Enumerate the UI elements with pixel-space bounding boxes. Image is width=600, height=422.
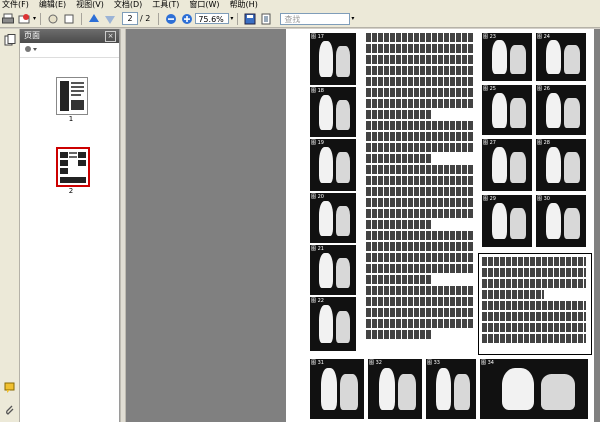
page-thumbnail-2-label: 2 xyxy=(68,187,74,195)
photo-right-7: 图 29 xyxy=(482,195,532,247)
pages-panel-header: 页面 × xyxy=(20,29,119,43)
page-thumbnail-2-image xyxy=(60,152,86,183)
photo-bottom-3: 图 33 xyxy=(426,359,476,419)
toolbar: ▾ 2 / 2 75.6% ▾ 查找 ▾ xyxy=(0,10,600,28)
photo-right-3: 图 25 xyxy=(482,85,532,135)
photo-right-8: 图 30 xyxy=(536,195,586,247)
photo-right-4: 图 26 xyxy=(536,85,586,135)
photo-left-2: 图 18 xyxy=(310,87,356,137)
zoom-dropdown-icon[interactable]: ▾ xyxy=(230,15,233,22)
fit-page-icon[interactable] xyxy=(260,13,272,25)
navigation-icon-strip xyxy=(0,29,20,422)
zoom-out-icon[interactable] xyxy=(165,13,177,25)
select-tool-icon[interactable] xyxy=(63,13,75,25)
menu-help[interactable]: 帮助(H) xyxy=(230,0,258,10)
zoom-in-icon[interactable] xyxy=(181,13,193,25)
comments-icon[interactable] xyxy=(4,382,16,394)
hand-tool-icon[interactable] xyxy=(47,13,59,25)
save-icon[interactable] xyxy=(244,13,256,25)
print-icon[interactable] xyxy=(2,13,14,25)
pages-icon[interactable] xyxy=(4,34,16,46)
search-dropdown-icon[interactable]: ▾ xyxy=(351,15,354,22)
close-panel-icon[interactable]: × xyxy=(105,31,116,42)
document-page: 图 17 图 18 图 19 图 20 图 21 图 22 图 23 图 24 … xyxy=(286,29,594,422)
email-dropdown-icon[interactable]: ▾ xyxy=(33,15,36,22)
photo-bottom-1: 图 31 xyxy=(310,359,364,419)
page-thumbnail-2[interactable] xyxy=(56,147,90,187)
photo-left-3: 图 19 xyxy=(310,139,356,191)
photo-right-5: 图 27 xyxy=(482,139,532,191)
photo-left-5: 图 21 xyxy=(310,245,356,295)
previous-page-icon[interactable] xyxy=(88,13,100,25)
photo-left-1: 图 17 xyxy=(310,33,356,85)
pages-panel: 页面 × 1 2 xyxy=(20,29,120,422)
text-column-1 xyxy=(366,33,474,353)
pages-panel-toolbar xyxy=(20,43,119,58)
photo-bottom-4: 图 34 xyxy=(480,359,588,419)
options-icon[interactable] xyxy=(24,44,38,57)
photo-right-2: 图 24 xyxy=(536,33,586,81)
page-total-label: / 2 xyxy=(140,14,151,23)
menu-edit[interactable]: 编辑(E) xyxy=(39,0,66,10)
photo-bottom-2: 图 32 xyxy=(368,359,422,419)
page-thumbnail-1[interactable] xyxy=(56,77,88,115)
photo-left-4: 图 20 xyxy=(310,193,356,243)
photo-right-1: 图 23 xyxy=(482,33,532,81)
email-icon[interactable] xyxy=(18,13,30,25)
menu-tools[interactable]: 工具(T) xyxy=(152,0,179,10)
page-thumbnail-1-label: 1 xyxy=(68,115,74,123)
document-view[interactable]: 图 17 图 18 图 19 图 20 图 21 图 22 图 23 图 24 … xyxy=(126,29,600,422)
menu-file[interactable]: 文件(F) xyxy=(2,0,29,10)
text-column-2 xyxy=(482,257,586,349)
zoom-level-input[interactable]: 75.6% xyxy=(195,13,230,24)
photo-right-6: 图 28 xyxy=(536,139,586,191)
photo-left-6: 图 22 xyxy=(310,297,356,351)
menu-window[interactable]: 窗口(W) xyxy=(189,0,219,10)
search-input[interactable]: 查找 xyxy=(280,12,351,25)
menu-document[interactable]: 文档(D) xyxy=(114,0,142,10)
page-number-input[interactable]: 2 xyxy=(122,12,139,25)
next-page-icon[interactable] xyxy=(104,13,116,25)
page-thumbnail-1-image xyxy=(60,81,84,111)
pages-panel-title: 页面 xyxy=(24,31,40,40)
attachments-icon[interactable] xyxy=(4,404,16,416)
menu-bar: 文件(F) 编辑(E) 视图(V) 文档(D) 工具(T) 窗口(W) 帮助(H… xyxy=(0,0,600,10)
menu-view[interactable]: 视图(V) xyxy=(76,0,104,10)
